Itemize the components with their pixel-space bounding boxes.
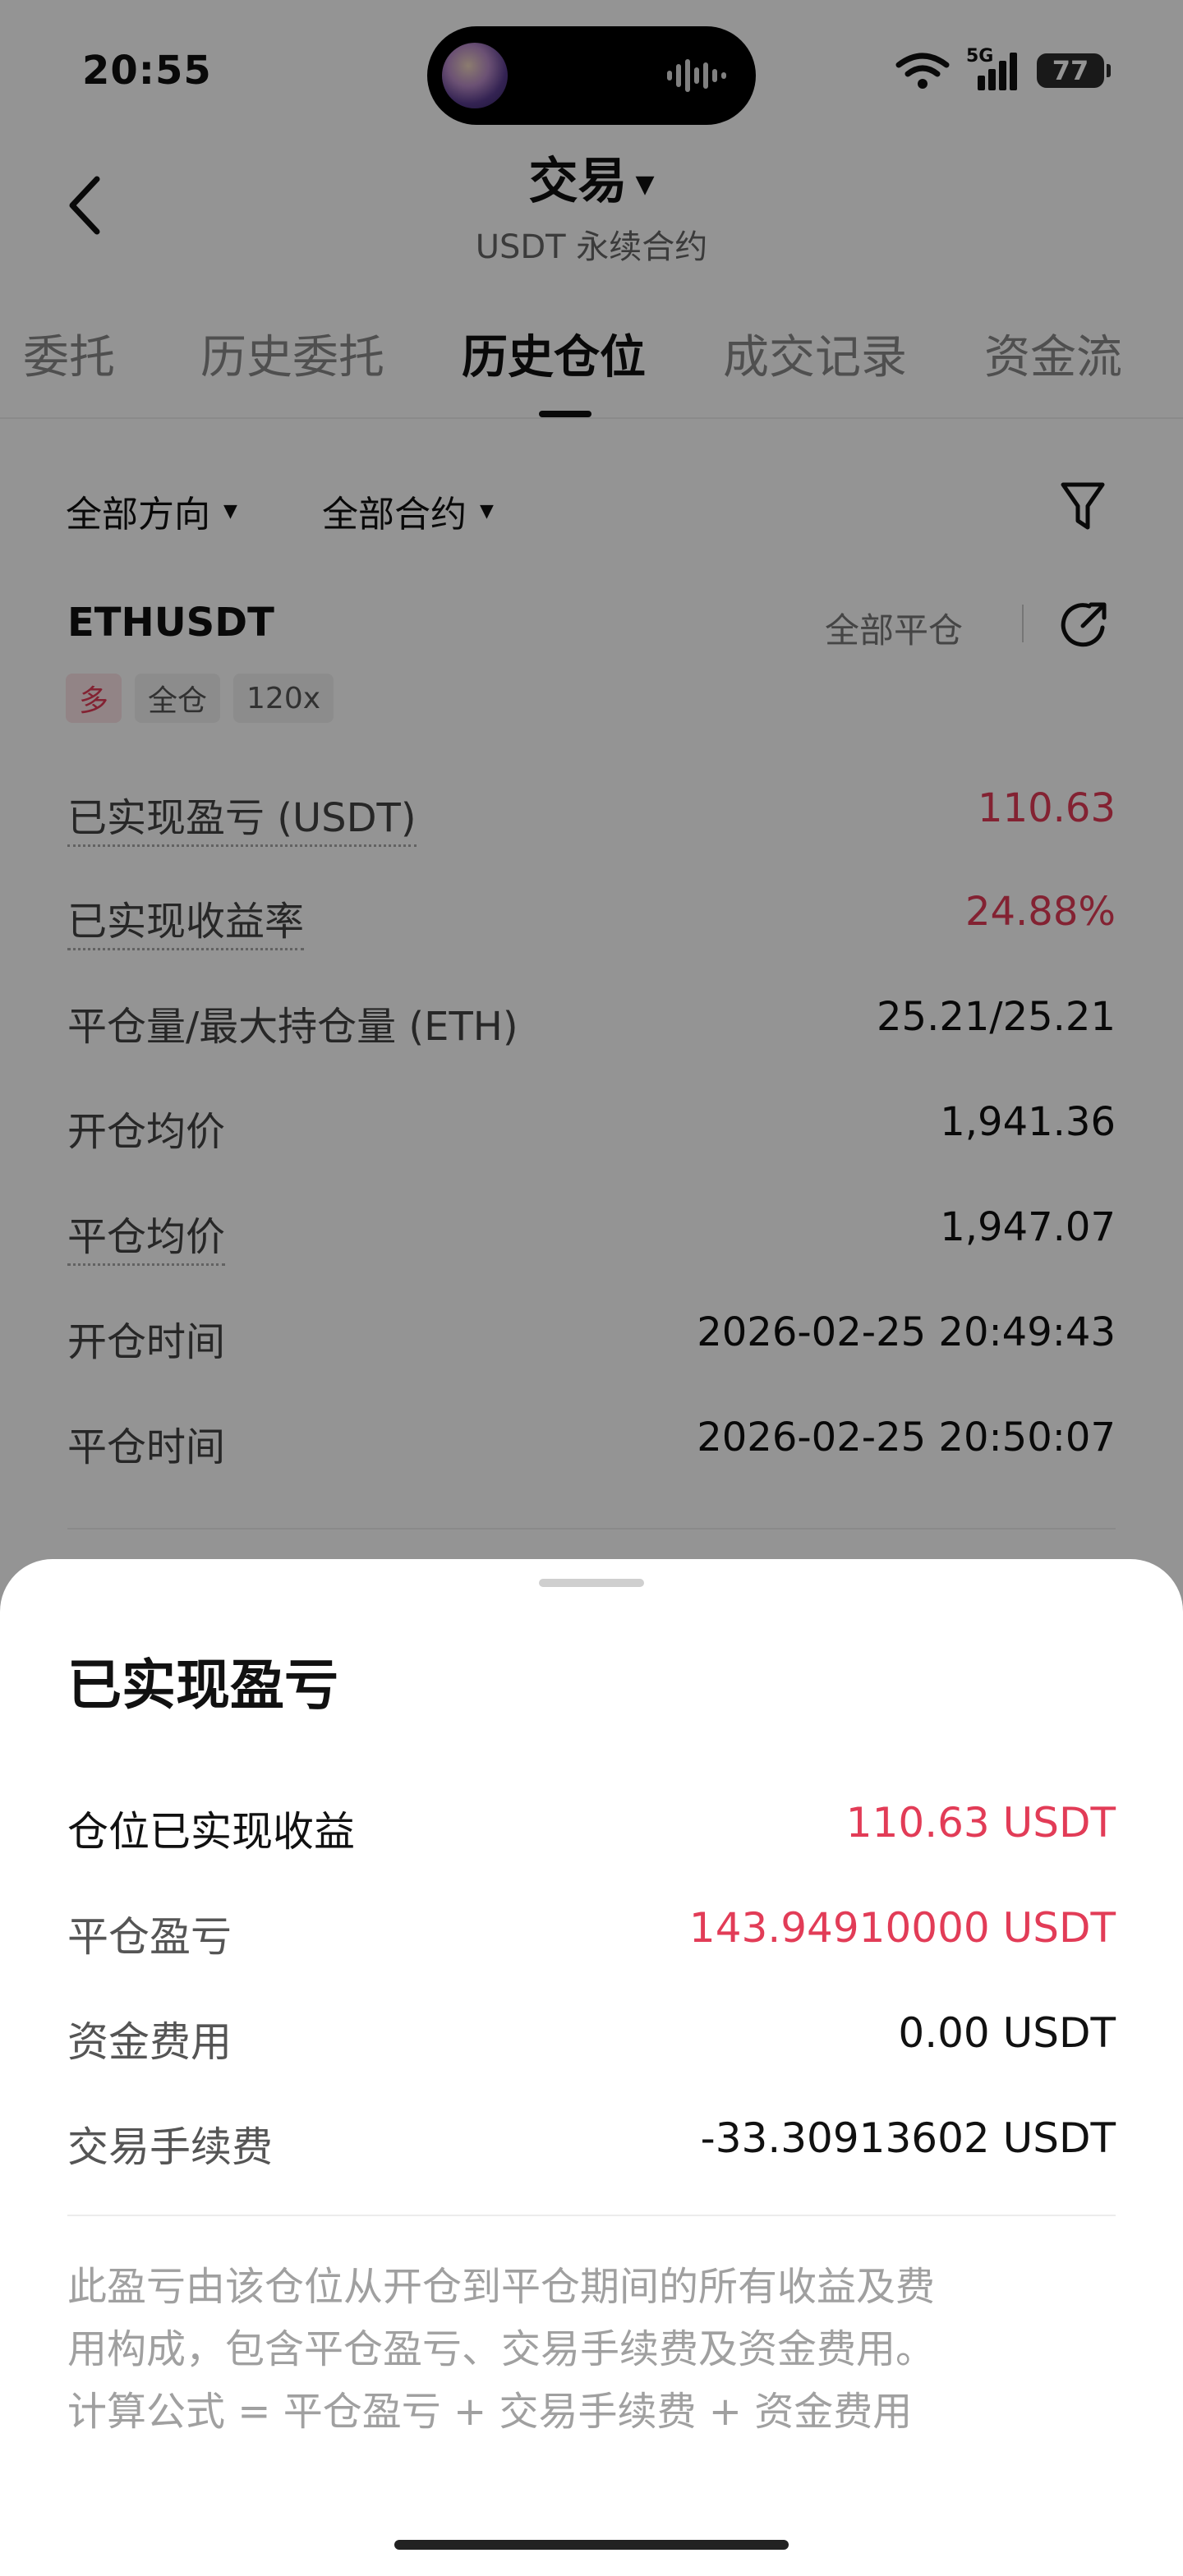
sheet-row-close-pnl: 平仓盈亏 143.94910000 USDT <box>67 1904 1116 1962</box>
sheet-row-value: 0.00 USDT <box>898 2009 1116 2057</box>
sheet-row-label: 平仓盈亏 <box>67 1913 232 1961</box>
sheet-title: 已实现盈亏 <box>67 1654 338 1717</box>
note-line: 计算公式 = 平仓盈亏 + 交易手续费 + 资金费用 <box>67 2389 913 2435</box>
sheet-divider <box>67 2215 1116 2216</box>
sheet-row-label: 交易手续费 <box>67 2123 273 2171</box>
realized-pnl-sheet: 已实现盈亏 仓位已实现收益 110.63 USDT 平仓盈亏 143.94910… <box>0 1559 1183 2576</box>
note-line: 用构成，包含平仓盈亏、交易手续费及资金费用。 <box>67 2326 936 2372</box>
trading-page: 20:55 5G 77 交易 ▼ USDT 永续合约 委托 历史委托 历史仓位 … <box>0 0 1183 2576</box>
sheet-row-value: 110.63 USDT <box>845 1799 1116 1847</box>
note-line: 此盈亏由该仓位从开仓到平仓期间的所有收益及费 <box>67 2264 936 2310</box>
sheet-row-trading-fee: 交易手续费 -33.30913602 USDT <box>67 2114 1116 2172</box>
sheet-grabber-handle[interactable] <box>539 1579 644 1587</box>
sheet-row-label: 资金费用 <box>67 2018 232 2066</box>
sheet-row-funding-fee: 资金费用 0.00 USDT <box>67 2009 1116 2067</box>
sheet-row-value: -33.30913602 USDT <box>700 2114 1116 2162</box>
home-indicator[interactable] <box>394 2540 789 2550</box>
pnl-explanation-note: 此盈亏由该仓位从开仓到平仓期间的所有收益及费 用构成，包含平仓盈亏、交易手续费及… <box>67 2256 1116 2443</box>
sheet-row-position-realized: 仓位已实现收益 110.63 USDT <box>67 1799 1116 1856</box>
sheet-row-value: 143.94910000 USDT <box>688 1904 1116 1952</box>
sheet-row-label: 仓位已实现收益 <box>67 1808 355 1856</box>
